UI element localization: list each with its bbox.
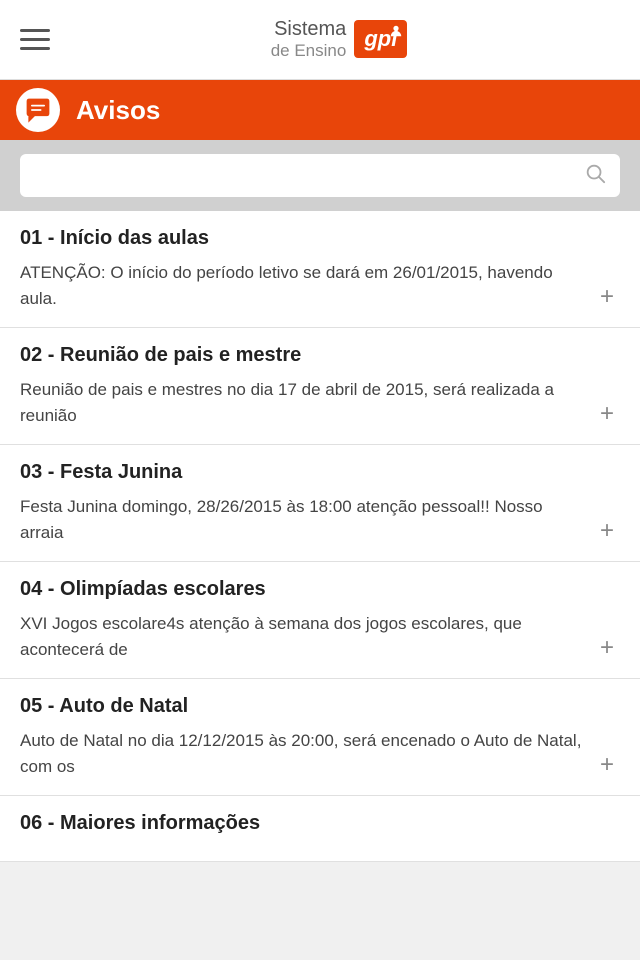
hamburger-menu[interactable] [16, 25, 54, 54]
notice-title: 03 - Festa Junina [20, 461, 620, 484]
search-container [0, 140, 640, 211]
notice-item: 05 - Auto de Natal Auto de Natal no dia 1… [0, 679, 640, 796]
notice-body: ATENÇÃO: O início do período letivo se d… [20, 260, 594, 311]
notice-expand-button[interactable]: + [594, 283, 620, 311]
notice-item: 04 - Olimpíadas escolares XVI Jogos escol… [0, 562, 640, 679]
notice-expand-button[interactable]: + [594, 400, 620, 428]
logo-area: Sistema de Ensino gpi [54, 17, 624, 61]
notice-expand-button[interactable]: + [594, 634, 620, 662]
notice-item: 01 - Início das aulas ATENÇÃO: O início d… [0, 211, 640, 328]
logo-sistema: Sistema [271, 17, 347, 41]
search-input[interactable] [34, 165, 576, 186]
notice-body: Festa Junina domingo, 28/26/2015 às 18:0… [20, 494, 594, 545]
notice-item: 06 - Maiores informações [0, 796, 640, 862]
notice-title: 02 - Reunião de pais e mestre [20, 344, 620, 367]
avisos-title: Avisos [76, 95, 160, 126]
notice-body-row: ATENÇÃO: O início do período letivo se d… [20, 260, 620, 311]
notice-body-row: Reunião de pais e mestres no dia 17 de a… [20, 377, 620, 428]
notice-body: Auto de Natal no dia 12/12/2015 às 20:00… [20, 728, 594, 779]
chat-icon-wrap [16, 88, 60, 132]
logo-text: Sistema de Ensino [271, 17, 347, 61]
notice-body-row: XVI Jogos escolare4s atenção à semana do… [20, 611, 620, 662]
notice-list: 01 - Início das aulas ATENÇÃO: O início d… [0, 211, 640, 862]
notice-body: Reunião de pais e mestres no dia 17 de a… [20, 377, 594, 428]
logo-gpi: gpi [354, 20, 407, 58]
notice-item: 03 - Festa Junina Festa Junina domingo, 2… [0, 445, 640, 562]
notice-title: 06 - Maiores informações [20, 812, 620, 835]
notice-body: XVI Jogos escolare4s atenção à semana do… [20, 611, 594, 662]
notice-title: 05 - Auto de Natal [20, 695, 620, 718]
notice-title: 01 - Início das aulas [20, 227, 620, 250]
notice-expand-button[interactable]: + [594, 751, 620, 779]
notice-body-row: Festa Junina domingo, 28/26/2015 às 18:0… [20, 494, 620, 545]
notice-title: 04 - Olimpíadas escolares [20, 578, 620, 601]
notice-expand-button[interactable]: + [594, 517, 620, 545]
search-input-wrap[interactable] [20, 154, 620, 197]
avisos-header: Avisos [0, 80, 640, 140]
notice-body-row: Auto de Natal no dia 12/12/2015 às 20:00… [20, 728, 620, 779]
chat-icon [24, 96, 52, 124]
notice-item: 02 - Reunião de pais e mestre Reunião de … [0, 328, 640, 445]
top-bar: Sistema de Ensino gpi [0, 0, 640, 80]
logo-ensino: de Ensino [271, 41, 347, 61]
search-icon [584, 162, 606, 189]
